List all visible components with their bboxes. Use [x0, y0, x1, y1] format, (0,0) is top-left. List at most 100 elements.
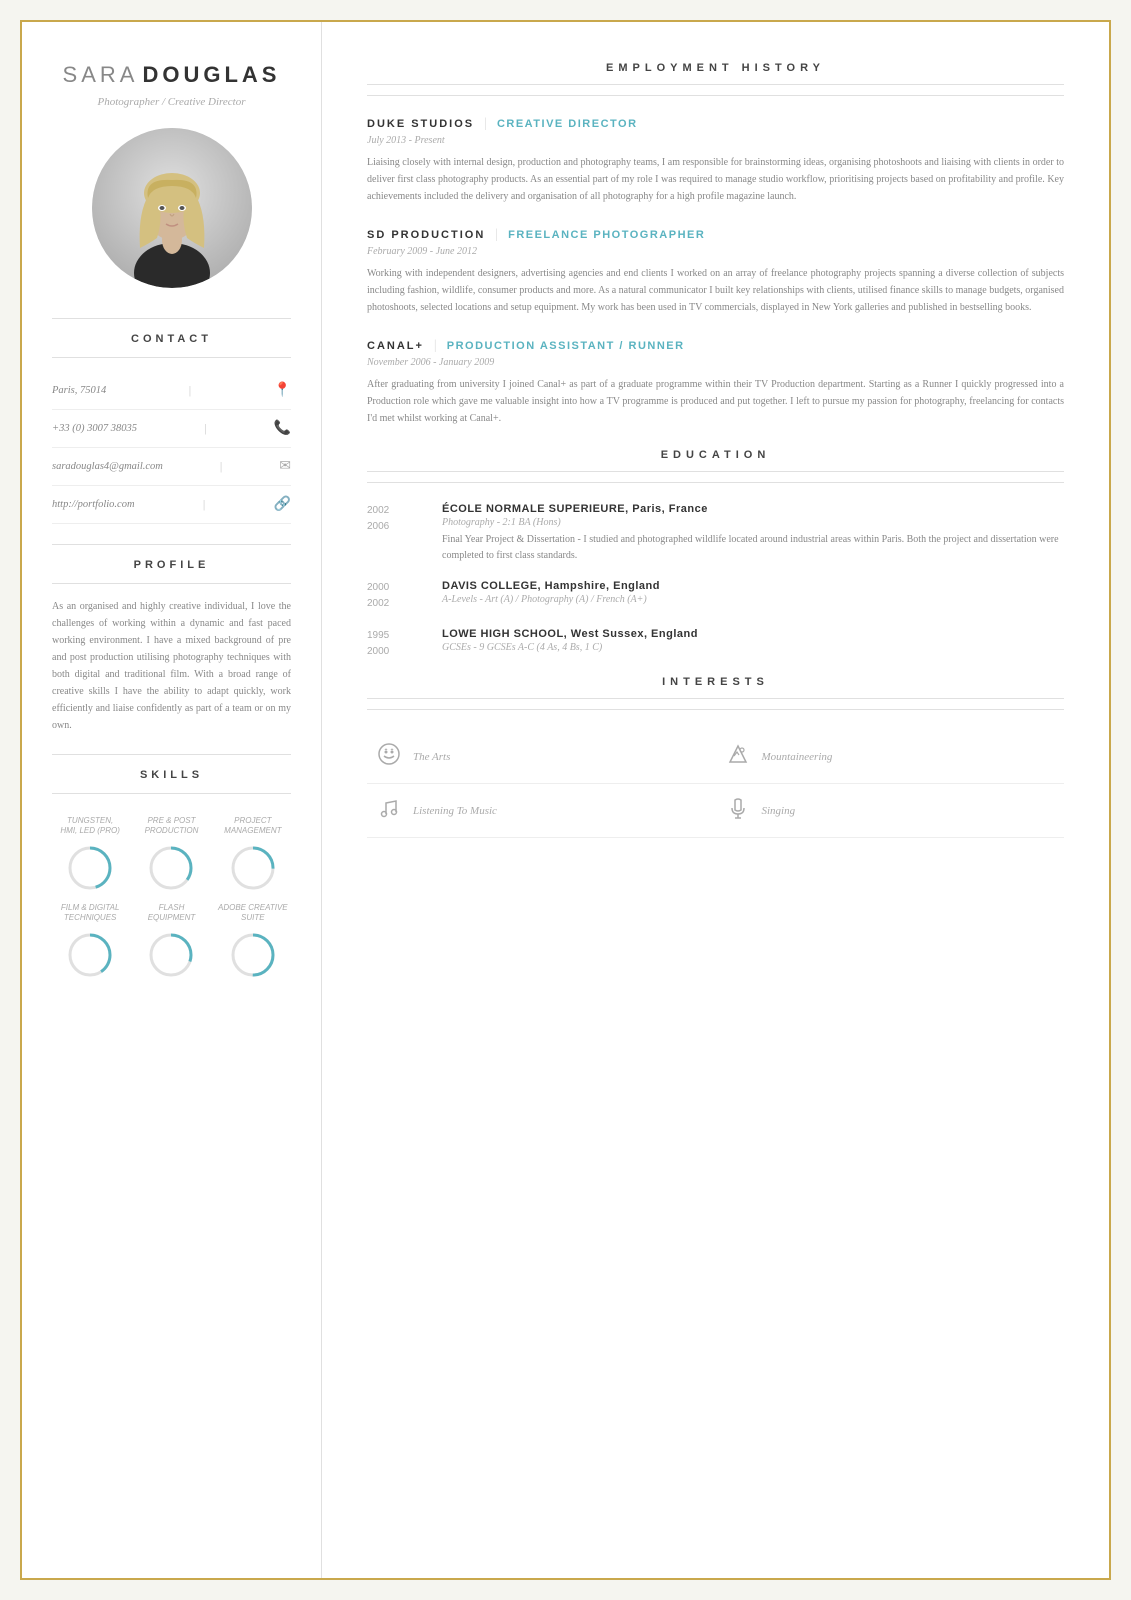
job-company-1: DUKE STUDIOS [367, 118, 474, 130]
left-column: SARA DOUGLAS Photographer / Creative Dir… [22, 22, 322, 1578]
location-icon: 📍 [274, 382, 291, 399]
contact-email-text: saradouglas4@gmail.com [52, 461, 163, 472]
interest-arts-label: The Arts [413, 751, 450, 763]
skill-label-5: FLASHEQUIPMENT [148, 903, 196, 924]
edu-degree-2: A-Levels - Art (A) / Photography (A) / F… [442, 594, 660, 605]
skill-label-2: PRE & POSTPRODUCTION [145, 816, 199, 837]
job-header-1: DUKE STUDIOS | CREATIVE DIRECTOR [367, 116, 1064, 132]
skill-label-1: TUNGSTEN,HMI, LED (PRO) [60, 816, 120, 837]
employment-divider [367, 95, 1064, 96]
job-role-1: CREATIVE DIRECTOR [497, 118, 638, 130]
employment-divider-top [367, 84, 1064, 85]
job-entry-1: DUKE STUDIOS | CREATIVE DIRECTOR July 20… [367, 116, 1064, 205]
edu-years-2: 2000 2002 [367, 580, 422, 612]
person-subtitle: Photographer / Creative Director [98, 96, 246, 108]
job-desc-1: Liaising closely with internal design, p… [367, 154, 1064, 205]
interest-mountaineering: Mountaineering [716, 730, 1065, 784]
profile-divider-top [52, 544, 291, 545]
name-section: SARA DOUGLAS [63, 62, 281, 88]
contact-phone-text: +33 (0) 3007 38035 [52, 423, 137, 434]
education-title: EDUCATION [367, 449, 1064, 461]
skill-adobe: ADOBE CREATIVESUITE [215, 903, 291, 980]
last-name: DOUGLAS [142, 62, 280, 87]
skill-label-6: ADOBE CREATIVESUITE [218, 903, 288, 924]
singing-icon [726, 796, 750, 825]
edu-year-start-1: 2002 [367, 503, 422, 519]
contact-title: CONTACT [131, 333, 212, 345]
link-icon: 🔗 [274, 496, 291, 513]
contact-address-text: Paris, 75014 [52, 385, 106, 396]
interests-divider-top [367, 698, 1064, 699]
email-icon: ✉ [279, 458, 291, 475]
contact-list: Paris, 75014 | 📍 +33 (0) 3007 38035 | 📞 … [52, 372, 291, 524]
edu-school-2: DAVIS COLLEGE, Hampshire, England [442, 580, 660, 592]
skill-film: FILM & DIGITALTECHNIQUES [52, 903, 128, 980]
right-column: EMPLOYMENT HISTORY DUKE STUDIOS | CREATI… [322, 22, 1109, 1578]
edu-content-2: DAVIS COLLEGE, Hampshire, England A-Leve… [442, 580, 660, 612]
job-company-2: SD PRODUCTION [367, 229, 485, 241]
profile-photo [92, 128, 252, 288]
skill-tungsten: TUNGSTEN,HMI, LED (PRO) [52, 816, 128, 893]
edu-entry-3: 1995 2000 LOWE HIGH SCHOOL, West Sussex,… [367, 628, 1064, 660]
edu-school-3: LOWE HIGH SCHOOL, West Sussex, England [442, 628, 698, 640]
first-name: SARA [63, 62, 139, 87]
edu-year-end-3: 2000 [367, 644, 422, 660]
edu-content-3: LOWE HIGH SCHOOL, West Sussex, England G… [442, 628, 698, 660]
edu-years-1: 2002 2006 [367, 503, 422, 564]
edu-year-end-2: 2002 [367, 596, 422, 612]
job-header-2: SD PRODUCTION | FREELANCE PHOTOGRAPHER [367, 227, 1064, 243]
job-role-3: PRODUCTION ASSISTANT / RUNNER [447, 340, 685, 352]
profile-title: PROFILE [134, 559, 210, 571]
skill-label-3: PROJECTMANAGEMENT [224, 816, 281, 837]
edu-year-start-3: 1995 [367, 628, 422, 644]
contact-divider-top [52, 318, 291, 319]
contact-website: http://portfolio.com | 🔗 [52, 486, 291, 524]
edu-school-1: ÉCOLE NORMALE SUPERIEURE, Paris, France [442, 503, 1064, 515]
skills-divider [52, 793, 291, 794]
contact-email: saradouglas4@gmail.com | ✉ [52, 448, 291, 486]
employment-title: EMPLOYMENT HISTORY [367, 62, 1064, 74]
job-company-3: CANAL+ [367, 340, 424, 352]
skill-pre-post: PRE & POSTPRODUCTION [133, 816, 209, 893]
edu-content-1: ÉCOLE NORMALE SUPERIEURE, Paris, France … [442, 503, 1064, 564]
education-divider-top [367, 471, 1064, 472]
contact-divider [52, 357, 291, 358]
contact-phone: +33 (0) 3007 38035 | 📞 [52, 410, 291, 448]
job-entry-3: CANAL+ | PRODUCTION ASSISTANT / RUNNER N… [367, 338, 1064, 427]
edu-degree-3: GCSEs - 9 GCSEs A-C (4 As, 4 Bs, 1 C) [442, 642, 698, 653]
interest-singing: Singing [716, 784, 1065, 838]
profile-text: As an organised and highly creative indi… [52, 598, 291, 734]
job-dates-1: July 2013 - Present [367, 135, 1064, 146]
job-role-2: FREELANCE PHOTOGRAPHER [508, 229, 705, 241]
mountain-icon [726, 742, 750, 771]
edu-entry-1: 2002 2006 ÉCOLE NORMALE SUPERIEURE, Pari… [367, 503, 1064, 564]
edu-entry-2: 2000 2002 DAVIS COLLEGE, Hampshire, Engl… [367, 580, 1064, 612]
profile-divider [52, 583, 291, 584]
edu-desc-1: Final Year Project & Dissertation - I st… [442, 532, 1064, 564]
phone-icon: 📞 [274, 420, 291, 437]
interests-grid: The Arts Mountaineering [367, 730, 1064, 838]
interest-singing-label: Singing [762, 805, 796, 817]
interest-mountaineering-label: Mountaineering [762, 751, 833, 763]
skills-title: SKILLS [140, 769, 203, 781]
skill-flash: FLASHEQUIPMENT [133, 903, 209, 980]
resume-document: SARA DOUGLAS Photographer / Creative Dir… [20, 20, 1111, 1580]
skills-grid: TUNGSTEN,HMI, LED (PRO) PRE & POSTPRODUC… [52, 816, 291, 980]
interests-divider [367, 709, 1064, 710]
contact-website-text: http://portfolio.com [52, 499, 135, 510]
theatre-icon [377, 742, 401, 771]
job-desc-3: After graduating from university I joine… [367, 376, 1064, 427]
edu-year-end-1: 2006 [367, 519, 422, 535]
interest-arts: The Arts [367, 730, 716, 784]
job-entry-2: SD PRODUCTION | FREELANCE PHOTOGRAPHER F… [367, 227, 1064, 316]
edu-degree-1: Photography - 2:1 BA (Hons) [442, 517, 1064, 528]
skill-label-4: FILM & DIGITALTECHNIQUES [61, 903, 120, 924]
music-icon [377, 796, 401, 825]
job-desc-2: Working with independent designers, adve… [367, 265, 1064, 316]
job-header-3: CANAL+ | PRODUCTION ASSISTANT / RUNNER [367, 338, 1064, 354]
job-dates-2: February 2009 - June 2012 [367, 246, 1064, 257]
education-divider [367, 482, 1064, 483]
edu-years-3: 1995 2000 [367, 628, 422, 660]
skills-divider-top [52, 754, 291, 755]
job-dates-3: November 2006 - January 2009 [367, 357, 1064, 368]
